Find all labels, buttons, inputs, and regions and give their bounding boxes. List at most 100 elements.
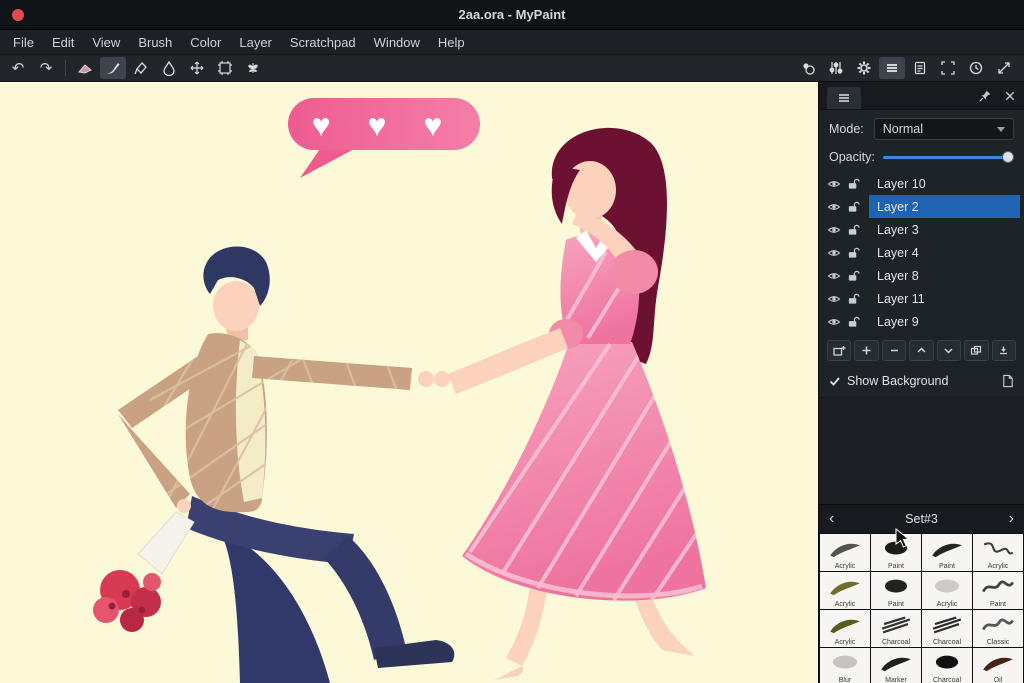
eraser-tool-button[interactable] [72, 57, 98, 79]
lock-icon[interactable] [847, 247, 860, 259]
expand-view-button[interactable] [991, 57, 1017, 79]
color-sampler-button[interactable] [795, 57, 821, 79]
remove-layer-button[interactable] [881, 340, 907, 361]
layer-name[interactable]: Layer 3 [869, 218, 1020, 241]
lock-icon[interactable] [847, 224, 860, 236]
layer-name[interactable]: Layer 10 [869, 172, 1020, 195]
brush-stroke-icon [881, 616, 911, 634]
lower-layer-button[interactable] [936, 340, 962, 361]
eye-icon[interactable] [827, 225, 841, 235]
lock-icon[interactable] [847, 293, 860, 305]
layers-panel-button[interactable] [879, 57, 905, 79]
layer-row-icons [827, 316, 869, 328]
history-button[interactable] [963, 57, 989, 79]
brush-item[interactable]: Charcoal [871, 610, 921, 647]
menu-brush[interactable]: Brush [129, 32, 181, 53]
lock-icon[interactable] [847, 316, 860, 328]
brush-item[interactable]: Blur [820, 648, 870, 683]
duplicate-layer-button[interactable] [964, 340, 989, 361]
mode-dropdown[interactable]: Normal [873, 118, 1014, 140]
menu-color[interactable]: Color [181, 32, 230, 53]
opacity-label: Opacity: [829, 150, 875, 164]
lock-icon[interactable] [847, 270, 860, 282]
brush-item[interactable]: Classic [973, 610, 1023, 647]
layer-name[interactable]: Layer 8 [869, 264, 1020, 287]
frame-icon [218, 61, 232, 75]
toolbar-right-group [794, 57, 1018, 79]
layer-name[interactable]: Layer 9 [869, 310, 1020, 333]
brush-item[interactable]: Marker [871, 648, 921, 683]
layer-row-selected[interactable]: Layer 2 [819, 195, 1024, 218]
fullscreen-button[interactable] [935, 57, 961, 79]
symmetry-tool-button[interactable] [240, 57, 266, 79]
brush-item[interactable]: Paint [871, 572, 921, 609]
pin-icon[interactable] [978, 89, 992, 103]
undo-button[interactable]: ↶ [5, 57, 31, 79]
layer-row[interactable]: Layer 10 [819, 172, 1024, 195]
next-set-button[interactable]: › [1009, 510, 1014, 528]
show-background-row[interactable]: Show Background [819, 365, 1024, 398]
layer-row[interactable]: Layer 4 [819, 241, 1024, 264]
brush-item[interactable]: Paint [922, 534, 972, 571]
menu-edit[interactable]: Edit [43, 32, 83, 53]
brush-item[interactable]: Charcoal [922, 610, 972, 647]
layer-row[interactable]: Layer 9 [819, 310, 1024, 333]
layer-name[interactable]: Layer 2 [869, 195, 1020, 218]
brush-stroke-icon [833, 655, 857, 669]
layer-row[interactable]: Layer 8 [819, 264, 1024, 287]
eye-icon[interactable] [827, 271, 841, 281]
eye-icon[interactable] [827, 202, 841, 212]
lock-icon[interactable] [847, 178, 860, 190]
expand-icon [998, 62, 1010, 74]
opacity-slider-knob[interactable] [1002, 151, 1014, 163]
brush-settings-button[interactable] [823, 57, 849, 79]
layer-row[interactable]: Layer 11 [819, 287, 1024, 310]
close-window-button[interactable] [12, 9, 24, 21]
layer-name[interactable]: Layer 4 [869, 241, 1020, 264]
brush-item[interactable]: Acrylic [820, 610, 870, 647]
layer-row[interactable]: Layer 3 [819, 218, 1024, 241]
ink-tool-button[interactable] [128, 57, 154, 79]
smudge-tool-button[interactable] [156, 57, 182, 79]
brush-grid: Acrylic Paint Paint Acrylic Acrylic Pain… [819, 533, 1024, 683]
menu-layer[interactable]: Layer [230, 32, 281, 53]
menu-scratchpad[interactable]: Scratchpad [281, 32, 365, 53]
eye-icon[interactable] [827, 317, 841, 327]
preferences-button[interactable] [851, 57, 877, 79]
move-tool-button[interactable] [184, 57, 210, 79]
merge-layer-button[interactable] [991, 340, 1016, 361]
hamburger-icon [887, 64, 897, 72]
lock-icon[interactable] [847, 201, 860, 213]
brush-item[interactable]: Oil [973, 648, 1023, 683]
redo-button[interactable]: ↷ [33, 57, 59, 79]
brush-item[interactable]: Charcoal [922, 648, 972, 683]
menu-window[interactable]: Window [365, 32, 429, 53]
brush-item[interactable]: Acrylic [973, 534, 1023, 571]
menu-help[interactable]: Help [429, 32, 474, 53]
add-layer-button[interactable] [854, 340, 879, 361]
brush-tool-button[interactable] [100, 57, 126, 79]
brush-item[interactable]: Paint [973, 572, 1023, 609]
scratchpad-doc-button[interactable] [907, 57, 933, 79]
layers-tab[interactable] [827, 86, 861, 109]
hamburger-icon [839, 93, 849, 102]
close-panel-icon[interactable] [1004, 90, 1016, 102]
plus-icon [862, 346, 871, 355]
brush-item[interactable]: Acrylic [820, 534, 870, 571]
gear-icon [857, 61, 871, 75]
background-doc-icon[interactable] [1001, 374, 1014, 388]
eye-icon[interactable] [827, 179, 841, 189]
layer-name[interactable]: Layer 11 [869, 287, 1020, 310]
raise-layer-button[interactable] [909, 340, 934, 361]
new-layer-button[interactable] [827, 340, 852, 361]
eye-icon[interactable] [827, 294, 841, 304]
menu-file[interactable]: File [4, 32, 43, 53]
brush-item[interactable]: Acrylic [820, 572, 870, 609]
frame-tool-button[interactable] [212, 57, 238, 79]
eye-icon[interactable] [827, 248, 841, 258]
menu-view[interactable]: View [83, 32, 129, 53]
brush-item[interactable]: Acrylic [922, 572, 972, 609]
opacity-slider[interactable] [882, 150, 1014, 164]
sliders-icon [829, 62, 843, 74]
canvas[interactable]: ♥ ♥ ♥ [0, 82, 818, 683]
